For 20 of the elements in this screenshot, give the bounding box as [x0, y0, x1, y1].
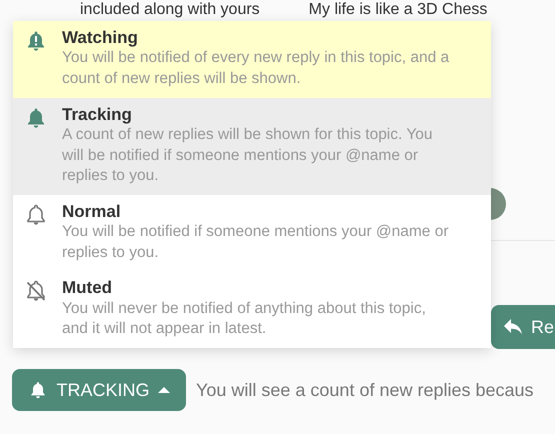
- option-title: Watching: [62, 28, 139, 48]
- menu-option[interactable]: Normal You will be notified if someone mentions your @name or replies to you.: [13, 194, 491, 272]
- menu-option[interactable]: Watching You will be notified of every new reply in this topic, and a count of new replies will be shown.: [13, 21, 491, 98]
- option-description: You will be notified of every new reply in this topic, and a count of new replies will be shown.: [62, 48, 450, 89]
- bell-outline-icon: [24, 202, 48, 227]
- option-title: Muted: [62, 278, 114, 299]
- notification-button[interactable]: TRACKING: [12, 369, 186, 411]
- option-description: You will be notified if someone mentions your @name or replies to you.: [62, 222, 450, 263]
- post-text: included along with yours: [80, 0, 260, 20]
- option-title: Tracking: [62, 104, 133, 125]
- option-title: Normal: [62, 202, 122, 222]
- menu-option[interactable]: Tracking A count of new replies will be shown for this topic. You will be notified if someone mentions your @name or replies to you.: [13, 98, 491, 195]
- menu-option[interactable]: Muted You will never be notified of anything about this topic, and it will not appear in latest.: [13, 271, 491, 348]
- notification-reason: You will see a count of new replies becaus: [196, 378, 534, 402]
- reply-icon: [503, 318, 523, 336]
- reply-button[interactable]: Re: [491, 305, 555, 349]
- bell-slash-icon: [24, 279, 48, 304]
- option-description: You will never be notified of anything about this topic, and it will not appear in latest.: [62, 298, 427, 340]
- option-description: A count of new replies will be shown for this topic. You will be notified if someone mentions your @name or replies to you.: [62, 125, 434, 186]
- post-text: My life is like a 3D Chess: [308, 0, 488, 20]
